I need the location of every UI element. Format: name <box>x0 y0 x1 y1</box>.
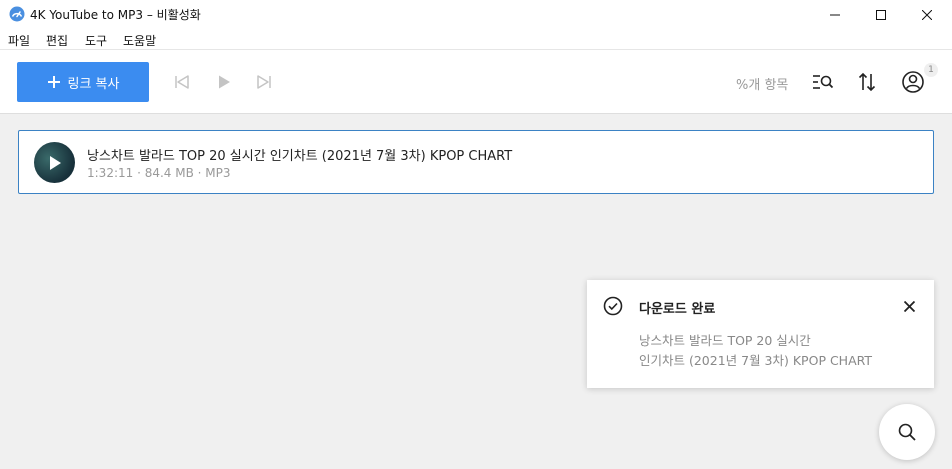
search-fab-button[interactable] <box>879 404 935 460</box>
copy-link-button[interactable]: 링크 복사 <box>17 62 149 102</box>
skip-next-button[interactable] <box>254 72 274 92</box>
skip-next-icon <box>257 75 271 89</box>
search-icon <box>898 423 916 441</box>
minimize-icon <box>830 14 840 15</box>
toast-message-line1: 낭스차트 발라드 TOP 20 실시간 <box>639 333 811 348</box>
window-title: 4K YouTube to MP3 – 비활성화 <box>30 8 201 22</box>
search-list-button[interactable] <box>812 72 834 92</box>
play-icon <box>219 75 230 89</box>
check-circle-icon <box>603 296 623 316</box>
account-button[interactable] <box>901 70 925 94</box>
app-logo-icon <box>9 6 25 22</box>
sort-icon <box>858 72 876 92</box>
items-count: %개 항목 <box>736 78 789 93</box>
account-icon <box>902 71 924 93</box>
title-bar: 4K YouTube to MP3 – 비활성화 <box>0 0 952 29</box>
track-meta: 1:32:11 · 84.4 MB · MP3 <box>87 166 231 180</box>
toolbar: 링크 복사 %개 항목 1 <box>0 50 952 114</box>
toast-message-line2: 인기차트 (2021년 7월 3차) KPOP CHART <box>639 353 873 368</box>
close-button[interactable] <box>904 0 950 29</box>
close-icon <box>903 300 915 312</box>
copy-link-label: 링크 복사 <box>67 76 120 92</box>
toast-close-button[interactable] <box>900 297 918 315</box>
maximize-icon <box>876 9 886 20</box>
menu-bar: 파일 편집 도구 도움말 <box>0 29 952 50</box>
skip-previous-button[interactable] <box>172 72 192 92</box>
menu-file[interactable]: 파일 <box>8 32 30 49</box>
track-thumbnail-play-button[interactable] <box>34 142 75 183</box>
maximize-button[interactable] <box>858 0 904 29</box>
plus-icon <box>47 76 60 88</box>
track-list-item[interactable]: 낭스차트 발라드 TOP 20 실시간 인기차트 (2021년 7월 3차) K… <box>18 130 934 194</box>
play-icon <box>49 155 61 170</box>
menu-tools[interactable]: 도구 <box>85 32 107 49</box>
account-badge: 1 <box>924 63 938 77</box>
skip-previous-icon <box>175 75 189 89</box>
menu-edit[interactable]: 편집 <box>46 32 68 49</box>
menu-help[interactable]: 도움말 <box>123 32 156 49</box>
minimize-button[interactable] <box>812 0 858 29</box>
play-button[interactable] <box>214 72 234 92</box>
sort-button[interactable] <box>857 71 877 93</box>
download-complete-toast: 다운로드 완료 낭스차트 발라드 TOP 20 실시간 인기차트 (2021년 … <box>587 280 934 388</box>
track-title: 낭스차트 발라드 TOP 20 실시간 인기차트 (2021년 7월 3차) K… <box>87 149 513 164</box>
search-list-icon <box>813 75 834 89</box>
toast-title: 다운로드 완료 <box>639 302 716 317</box>
close-icon <box>922 9 932 20</box>
